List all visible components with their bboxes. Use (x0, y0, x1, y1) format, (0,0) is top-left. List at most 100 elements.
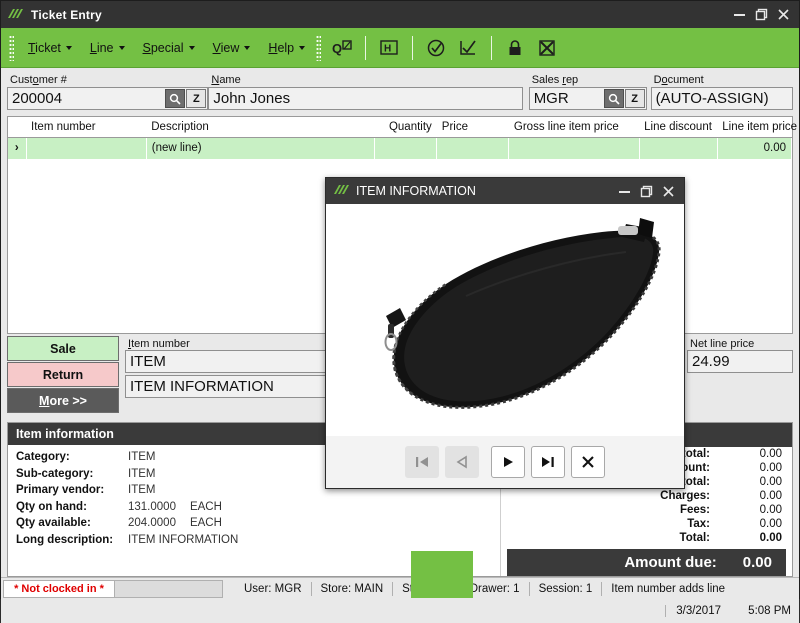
chart-check-icon[interactable] (455, 35, 481, 61)
amount-due-bar: Amount due: 0.00 (507, 549, 786, 576)
status-user: User: MGR (235, 581, 312, 596)
cell-description[interactable]: (new line) (146, 137, 376, 159)
retail-logo-icon (333, 184, 349, 198)
chevron-down-icon (65, 45, 72, 50)
info-value: ITEM INFORMATION (128, 533, 239, 546)
info-key: Category: (16, 451, 70, 463)
cancel-box-icon[interactable] (534, 35, 560, 61)
magnifier-icon[interactable] (165, 89, 186, 108)
customer-input-box[interactable]: Z (7, 87, 209, 110)
table-row[interactable]: › (new line) 0.00 (8, 137, 793, 159)
menu-ticket[interactable]: Ticket (20, 37, 80, 59)
sale-button[interactable]: Sale (7, 336, 119, 361)
total-label: Total: (679, 532, 710, 544)
restore-icon[interactable] (640, 185, 653, 198)
z-lookup-icon[interactable]: Z (186, 89, 207, 108)
toolbar-divider (491, 35, 493, 60)
skip-back-icon[interactable] (405, 446, 439, 478)
cell-quantity[interactable] (374, 137, 438, 159)
z-lookup-icon[interactable]: Z (624, 89, 645, 108)
name-field-label: Name (211, 74, 241, 86)
dialog-title: ITEM INFORMATION (356, 184, 476, 198)
info-key: Sub-category: (16, 467, 94, 480)
toolbar-divider (365, 35, 367, 60)
close-icon[interactable] (662, 185, 675, 198)
magnifier-icon[interactable] (603, 89, 624, 108)
cell-line-item-price[interactable]: 0.00 (717, 137, 793, 159)
lock-icon[interactable] (502, 35, 528, 61)
dialog-image-area (326, 204, 684, 436)
menu-view[interactable]: View (205, 37, 259, 59)
name-input-box[interactable] (208, 87, 523, 110)
play-icon[interactable] (491, 446, 525, 478)
cell-item-number[interactable] (26, 137, 147, 159)
svg-text:Q: Q (332, 41, 342, 56)
hold-box-icon[interactable]: H (376, 35, 402, 61)
info-value: 131.0000 (128, 500, 176, 513)
play-back-icon[interactable] (445, 446, 479, 478)
sales-rep-input[interactable] (529, 88, 604, 109)
info-value: ITEM (128, 484, 156, 496)
cell-line-discount[interactable] (639, 137, 718, 159)
status-date: 3/3/2017 (665, 605, 733, 617)
col-quantity[interactable]: Quantity (374, 117, 437, 138)
row-marker-icon: › (8, 137, 27, 159)
document-input-box[interactable] (650, 87, 793, 110)
customer-field-group: Customer # Z (7, 74, 209, 110)
net-line-price-input[interactable] (688, 351, 792, 372)
document-field-group: Document (650, 74, 793, 110)
total-value: 0.00 (759, 532, 782, 544)
total-row-fees: Fees: 0.00 (501, 503, 792, 517)
toolbar-grip-handle[interactable] (316, 34, 322, 61)
menu-help[interactable]: Help (260, 37, 313, 59)
status-store: Store: MAIN (312, 581, 394, 596)
total-value: 0.00 (759, 490, 782, 502)
item-photo (326, 204, 684, 432)
menu-grip-handle[interactable] (9, 34, 14, 61)
close-x-icon[interactable] (571, 446, 605, 478)
customer-input[interactable] (8, 88, 166, 109)
restore-icon[interactable] (755, 8, 768, 21)
media-controls (326, 436, 684, 488)
total-value: 0.00 (759, 518, 782, 530)
check-circle-icon[interactable] (423, 35, 449, 61)
name-input[interactable] (209, 88, 522, 109)
col-line-discount[interactable]: Line discount (639, 117, 718, 138)
sales-rep-field-label: Sales rep (531, 74, 579, 86)
chevron-down-icon (188, 45, 195, 50)
cell-price[interactable] (436, 137, 510, 159)
skip-forward-icon[interactable] (531, 446, 565, 478)
cell-gross-line-item-price[interactable] (508, 137, 640, 159)
status-session: Session: 1 (530, 581, 603, 596)
document-input[interactable] (651, 88, 792, 109)
col-price[interactable]: Price (436, 117, 509, 138)
status-progress-spacer (115, 579, 223, 598)
status-bar-secondary: 3/3/2017 5:08 PM (1, 599, 799, 623)
chevron-down-icon (299, 45, 306, 50)
sales-rep-input-box[interactable]: Z (528, 87, 647, 110)
total-label: Fees: (679, 504, 710, 516)
dialog-window-controls (618, 185, 684, 198)
info-value: ITEM (128, 467, 156, 480)
grid-row-marker-header (8, 117, 27, 138)
menu-special[interactable]: Special (135, 37, 203, 59)
window-title: Ticket Entry (31, 7, 102, 22)
more-button[interactable]: More >> (7, 388, 119, 413)
info-row-qty-available: Qty available: 204.0000 EACH (16, 515, 492, 532)
net-line-price-group: Net line price (683, 336, 793, 414)
total-value: 0.00 (759, 476, 782, 488)
total-value: 0.00 (759, 448, 782, 460)
net-line-price-box[interactable] (687, 350, 793, 373)
col-gross-line-item-price[interactable]: Gross line item price (508, 117, 640, 138)
return-button[interactable]: Return (7, 362, 119, 387)
quote-box-icon[interactable]: Q (329, 35, 355, 61)
info-uom: EACH (189, 500, 222, 513)
menu-line[interactable]: Line (82, 37, 133, 59)
col-description[interactable]: Description (146, 117, 375, 138)
minimize-icon[interactable] (618, 185, 631, 198)
close-icon[interactable] (777, 8, 790, 21)
minimize-icon[interactable] (733, 8, 746, 21)
col-item-number[interactable]: Item number (26, 117, 147, 138)
col-line-item-price[interactable]: Line item price (717, 117, 797, 138)
quick-action-green-button[interactable] (411, 551, 473, 598)
